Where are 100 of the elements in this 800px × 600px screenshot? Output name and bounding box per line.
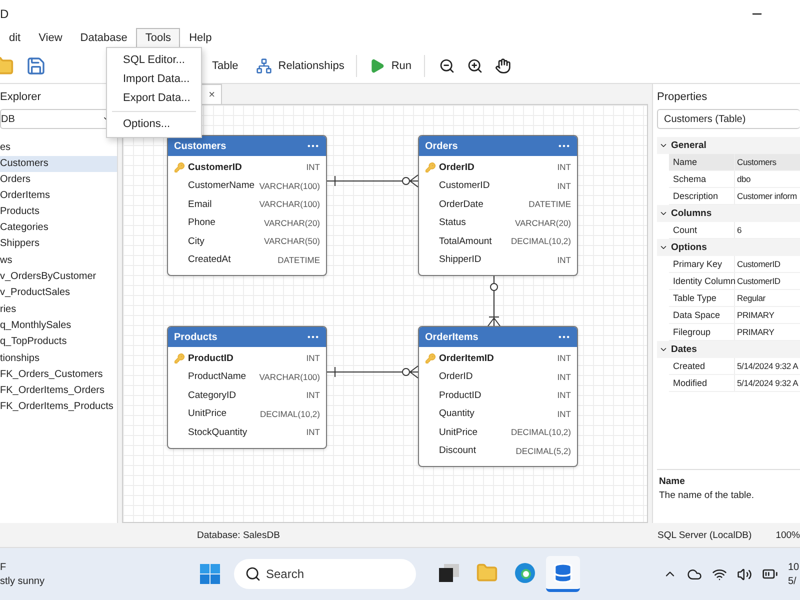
property-row[interactable]: Created 5/14/2024 9:32 A xyxy=(669,358,800,375)
column-type: VARCHAR(20) xyxy=(514,218,571,228)
column-name: City xyxy=(188,236,206,247)
description-text: The name of the table. xyxy=(659,490,756,501)
column-type: INT xyxy=(557,390,571,400)
column-type: VARCHAR(100) xyxy=(259,199,320,210)
status-text: Database: SalesDB xyxy=(197,530,280,540)
toolbar-button[interactable]: Relationships xyxy=(250,54,350,78)
tree-item[interactable]: Shippers xyxy=(0,236,117,252)
table-card[interactable]: OrderItems OrderItemID INT OrderID INT ProductID INT Quantity INT UnitPrice DECIMAL(10,2) Discount DECIMAL(5,2) xyxy=(418,326,578,467)
tree-item[interactable]: Products xyxy=(0,204,117,220)
tree-group[interactable]: ws xyxy=(0,252,117,269)
menu-item[interactable]: dit xyxy=(0,28,30,48)
property-row[interactable]: Count 6 xyxy=(669,222,800,239)
key-icon xyxy=(174,352,185,364)
property-row[interactable]: Primary Key CustomerID xyxy=(669,256,800,273)
column-name: UnitPrice xyxy=(439,426,479,438)
property-row[interactable]: Table Type Regular xyxy=(669,290,800,307)
menu-entry[interactable]: Export Data... xyxy=(107,89,201,108)
key-icon xyxy=(425,162,436,173)
property-name: Count xyxy=(669,222,735,238)
table-card[interactable]: Orders OrderID INT CustomerID INT OrderDate DATETIME Status VARCHAR(20) TotalAmount DECIMAL(10,2) ShipperID INT xyxy=(418,135,578,276)
group-label: Columns xyxy=(671,208,712,219)
column-type: INT xyxy=(557,408,571,419)
wifi-icon[interactable] xyxy=(712,566,727,582)
column-type: VARCHAR(50) xyxy=(264,236,320,246)
weather-condition: stly sunny xyxy=(0,576,46,586)
column-type: VARCHAR(100) xyxy=(259,372,320,382)
group-label: Dates xyxy=(671,344,697,355)
property-row[interactable]: Description Customer inform xyxy=(669,188,800,205)
property-value: Customer inform xyxy=(736,190,798,203)
menu-entry[interactable]: SQL Editor... xyxy=(107,51,201,70)
tree-item[interactable]: FK_OrderItems_Orders xyxy=(0,383,117,399)
chevron-down-icon xyxy=(659,209,668,218)
tree-group[interactable]: es xyxy=(0,139,117,156)
table-name: Products xyxy=(174,332,218,342)
column-type: INT xyxy=(306,427,320,438)
table-card[interactable]: Customers CustomerID INT CustomerName VARCHAR(100) Email VARCHAR(100) Phone VARCHAR(20) City VARCHAR(50) CreatedAt DATETIME xyxy=(167,135,327,276)
property-name: Primary Key xyxy=(669,256,735,272)
tree-item[interactable]: Orders xyxy=(0,172,117,188)
column-name: Email xyxy=(188,198,213,210)
zoom-in-icon[interactable] xyxy=(466,58,483,74)
property-group[interactable]: General xyxy=(657,137,800,154)
database-icon xyxy=(552,562,574,584)
property-row[interactable]: Name Customers xyxy=(669,154,800,171)
property-group[interactable]: Columns xyxy=(657,205,800,222)
column-type: DECIMAL(10,2) xyxy=(511,427,571,438)
status-text: 100% xyxy=(776,530,800,540)
column-type: INT xyxy=(306,390,320,400)
property-row[interactable]: Schema dbo xyxy=(669,171,800,188)
property-value: Customers xyxy=(736,156,778,169)
tree-item[interactable]: FK_Orders_Customers xyxy=(0,367,117,383)
tree-item[interactable]: v_ProductSales xyxy=(0,285,117,301)
table-name: Customers xyxy=(174,140,226,152)
column-type: DATETIME xyxy=(528,199,571,210)
panel-title: Properties xyxy=(657,90,708,105)
property-value: dbo xyxy=(736,173,752,186)
tree-item[interactable]: Customers xyxy=(0,156,117,172)
toolbar-button[interactable]: Run xyxy=(363,54,418,78)
column-name: CategoryID xyxy=(188,390,238,401)
object-select[interactable]: Customers (Table) xyxy=(657,109,800,129)
speaker-icon[interactable] xyxy=(737,566,752,582)
save-icon[interactable] xyxy=(26,56,46,76)
column-name: Phone xyxy=(188,217,216,228)
tree-item[interactable]: Categories xyxy=(0,220,117,236)
tree-item[interactable]: FK_OrderItems_Products xyxy=(0,399,117,415)
property-row[interactable]: Filegroup PRIMARY xyxy=(669,324,800,341)
toolbar-button[interactable]: Table xyxy=(206,56,244,76)
column-type: INT xyxy=(557,372,571,382)
column-type: DECIMAL(10,2) xyxy=(511,236,571,246)
tree-group[interactable]: tionships xyxy=(0,350,117,367)
column-name: StockQuantity xyxy=(188,426,248,438)
menu-item[interactable]: Database xyxy=(71,28,136,48)
column-name: UnitPrice xyxy=(188,408,228,420)
cloud-icon[interactable] xyxy=(687,566,702,582)
tree-item[interactable]: v_OrdersByCustomer xyxy=(0,269,117,285)
tree-item[interactable]: q_TopProducts xyxy=(0,334,117,350)
search-field[interactable]: Search xyxy=(234,559,416,589)
menu-item[interactable]: View xyxy=(30,28,72,48)
property-row[interactable]: Data Space PRIMARY xyxy=(669,307,800,324)
property-name: Created xyxy=(669,358,735,374)
zoom-out-icon[interactable] xyxy=(438,58,455,74)
tree-item[interactable]: q_MonthlySales xyxy=(0,318,117,334)
tree-item[interactable]: OrderItems xyxy=(0,188,117,204)
tree-group[interactable]: ries xyxy=(0,301,117,318)
folder-icon xyxy=(476,562,498,584)
property-name: Name xyxy=(669,154,735,170)
property-row[interactable]: Modified 5/14/2024 9:32 A xyxy=(669,375,800,392)
property-group[interactable]: Dates xyxy=(657,341,800,358)
hand-icon[interactable] xyxy=(494,58,511,74)
property-name: Description xyxy=(669,188,735,204)
column-name: CreatedAt xyxy=(188,254,232,266)
menu-item[interactable]: Help xyxy=(180,28,221,48)
tab-close-button[interactable]: × xyxy=(206,88,217,100)
property-group[interactable]: Options xyxy=(657,239,800,256)
menu-item[interactable]: Tools xyxy=(136,28,180,48)
menu-entry[interactable]: Import Data... xyxy=(107,70,201,89)
table-card[interactable]: Products ProductID INT ProductName VARCHAR(100) CategoryID INT UnitPrice DECIMAL(10,2) StockQuantity INT xyxy=(167,326,327,448)
clock-time: 10 xyxy=(788,562,800,572)
property-row[interactable]: Identity Column CustomerID xyxy=(669,273,800,290)
